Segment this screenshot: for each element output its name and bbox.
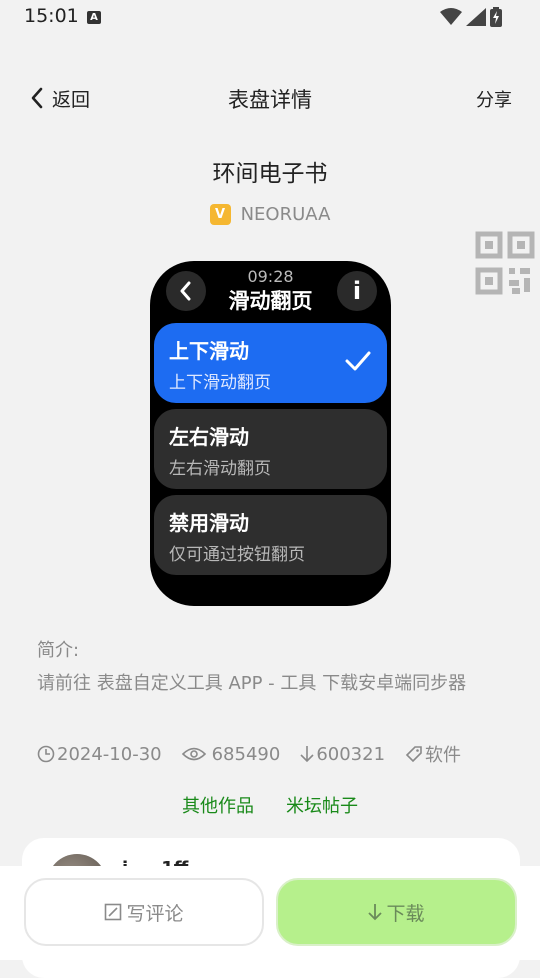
watch-option-horizontal: 左右滑动 左右滑动翻页 bbox=[154, 409, 387, 489]
bottom-action-bar: 写评论 下载 bbox=[0, 866, 540, 960]
meta-category: 软件 bbox=[405, 741, 461, 767]
edit-icon bbox=[105, 903, 122, 921]
watchface-preview: 09:28 滑动翻页 i 上下滑动 上下滑动翻页 左右滑动 左右滑动翻页 禁用滑… bbox=[150, 261, 391, 606]
watch-option-title: 禁用滑动 bbox=[169, 511, 249, 535]
share-button[interactable]: 分享 bbox=[476, 86, 512, 112]
forum-posts-link[interactable]: 米坛帖子 bbox=[286, 792, 358, 818]
watch-option-disabled: 禁用滑动 仅可通过按钮翻页 bbox=[154, 495, 387, 575]
tag-icon bbox=[405, 746, 422, 763]
download-label: 下载 bbox=[386, 902, 425, 925]
author-name: NEORUAA bbox=[240, 204, 331, 225]
watchface-name: 环间电子书 bbox=[212, 161, 328, 187]
watch-option-subtitle: 左右滑动翻页 bbox=[169, 459, 271, 479]
meta-downloads: 600321 bbox=[300, 744, 385, 765]
status-bar: 15:01 A bbox=[0, 0, 540, 34]
downloads-text: 600321 bbox=[316, 743, 386, 765]
meta-row: 2024-10-30 685490 600321 软件 bbox=[37, 741, 481, 767]
watch-option-vertical: 上下滑动 上下滑动翻页 bbox=[154, 323, 387, 403]
page-title: 表盘详情 bbox=[228, 88, 312, 112]
meta-date: 2024-10-30 bbox=[37, 744, 162, 765]
qr-code-icon[interactable] bbox=[474, 230, 540, 298]
watch-option-title: 上下滑动 bbox=[169, 339, 249, 363]
check-icon bbox=[345, 351, 371, 371]
intro-text: 请前往 表盘自定义工具 APP - 工具 下载安卓端同步器 bbox=[37, 673, 467, 694]
write-comment-button[interactable]: 写评论 bbox=[24, 878, 264, 946]
watch-option-subtitle: 仅可通过按钮翻页 bbox=[169, 545, 305, 565]
other-works-link[interactable]: 其他作品 bbox=[182, 792, 254, 818]
meta-views: 685490 bbox=[181, 743, 281, 765]
battery-icon bbox=[490, 7, 502, 27]
watch-option-title: 左右滑动 bbox=[169, 425, 249, 449]
watch-info-icon: i bbox=[337, 271, 377, 311]
eye-icon bbox=[181, 747, 206, 761]
wifi-icon bbox=[440, 8, 462, 25]
category-text: 软件 bbox=[425, 745, 462, 766]
views-text: 685490 bbox=[211, 743, 281, 765]
author-badge-icon: V bbox=[209, 204, 231, 225]
notification-badge: A bbox=[87, 11, 101, 24]
status-icons bbox=[440, 6, 502, 28]
signal-icon bbox=[466, 8, 486, 26]
author-row[interactable]: V NEORUAA bbox=[0, 204, 540, 225]
links-row: 其他作品 米坛帖子 bbox=[0, 792, 540, 818]
intro-label: 简介: bbox=[37, 640, 80, 661]
top-bar: 返回 表盘详情 分享 bbox=[0, 70, 540, 126]
download-button[interactable]: 下载 bbox=[276, 878, 517, 946]
status-time: 15:01 bbox=[24, 5, 79, 27]
download-icon bbox=[368, 904, 383, 921]
date-text: 2024-10-30 bbox=[57, 743, 162, 765]
write-comment-label: 写评论 bbox=[126, 902, 184, 925]
clock-icon bbox=[37, 745, 55, 763]
arrow-down-icon bbox=[300, 746, 314, 763]
watch-option-subtitle: 上下滑动翻页 bbox=[169, 373, 271, 393]
